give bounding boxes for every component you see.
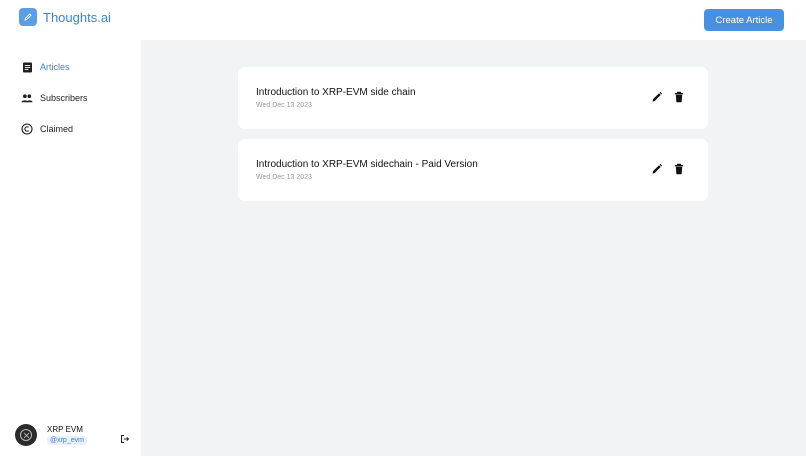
sidebar-item-label: Subscribers <box>40 93 88 103</box>
article-date: Wed Dec 13 2023 <box>256 102 312 109</box>
edit-icon[interactable] <box>651 162 663 174</box>
top-bar: Thoughts.ai Create Article <box>0 0 806 40</box>
article-card[interactable]: Introduction to XRP-EVM sidechain - Paid… <box>238 139 708 201</box>
sidebar-item-articles[interactable]: Articles <box>21 61 70 73</box>
article-title[interactable]: Introduction to XRP-EVM side chain <box>256 87 416 98</box>
pencil-icon <box>19 8 37 26</box>
user-handle: @xrp_evm <box>47 436 87 445</box>
sidebar-item-subscribers[interactable]: Subscribers <box>21 92 88 104</box>
sidebar-item-label: Claimed <box>40 124 74 134</box>
user-name: XRP EVM <box>47 425 83 434</box>
copyright-icon <box>21 123 33 135</box>
sidebar: Articles Subscribers Claimed <box>0 40 141 456</box>
brand[interactable]: Thoughts.ai <box>19 8 111 26</box>
delete-icon[interactable] <box>673 90 685 103</box>
article-date: Wed Dec 13 2023 <box>256 174 312 181</box>
article-title[interactable]: Introduction to XRP-EVM sidechain - Paid… <box>256 159 478 170</box>
create-article-button[interactable]: Create Article <box>704 9 784 31</box>
sidebar-item-claimed[interactable]: Claimed <box>21 123 73 135</box>
article-icon <box>21 61 33 73</box>
avatar <box>15 424 37 446</box>
edit-icon[interactable] <box>651 90 663 102</box>
user-info: XRP EVM @xrp_evm <box>47 425 87 445</box>
sidebar-item-label: Articles <box>40 62 70 72</box>
logout-icon[interactable] <box>120 431 130 443</box>
brand-name: Thoughts.ai <box>43 9 111 25</box>
delete-icon[interactable] <box>673 162 685 175</box>
article-card[interactable]: Introduction to XRP-EVM side chain Wed D… <box>238 67 708 129</box>
people-icon <box>21 92 33 104</box>
main-content: Introduction to XRP-EVM side chain Wed D… <box>141 40 806 456</box>
xrp-logo-icon <box>20 429 32 441</box>
user-profile[interactable]: XRP EVM @xrp_evm <box>15 424 87 446</box>
